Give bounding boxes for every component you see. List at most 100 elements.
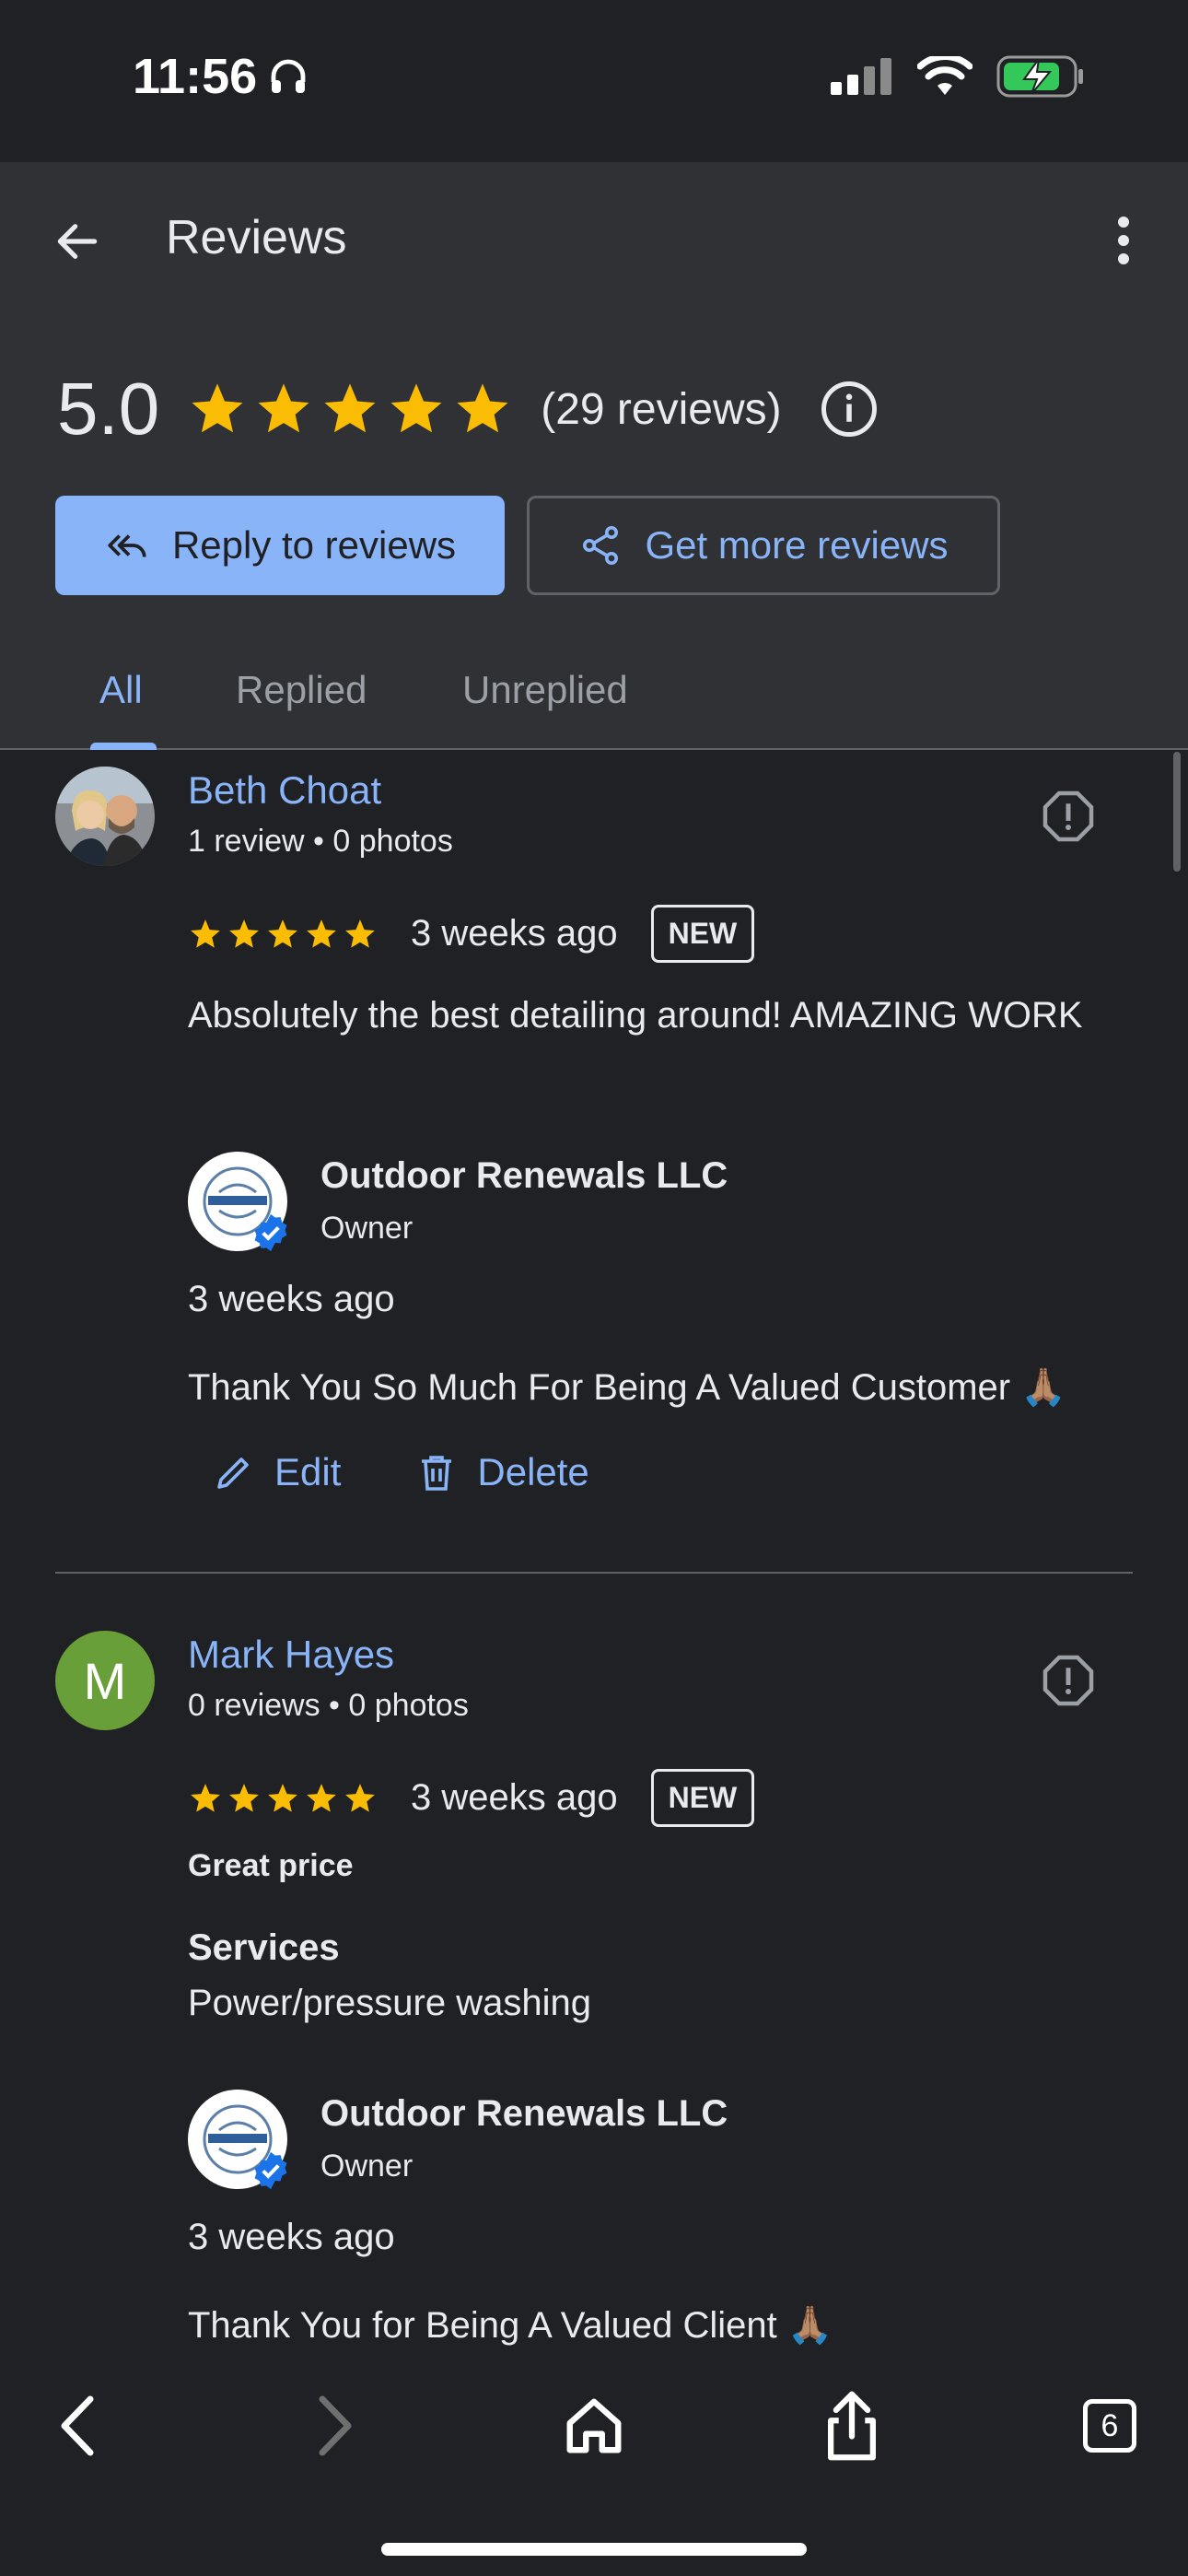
info-icon[interactable]	[819, 379, 879, 439]
reply-all-icon	[108, 534, 146, 557]
owner-name: Outdoor Renewals LLC	[320, 2093, 728, 2134]
owner-name: Outdoor Renewals LLC	[320, 1155, 728, 1196]
verified-badge-icon	[254, 2151, 287, 2190]
edit-label: Edit	[274, 1450, 342, 1493]
avatar[interactable]	[55, 767, 155, 866]
star-icon	[229, 919, 259, 948]
star-icon	[268, 919, 297, 948]
share-icon	[583, 526, 619, 565]
owner-avatar	[188, 2090, 287, 2190]
star-icon	[390, 383, 442, 433]
reviewer-meta: 1 review • 0 photos	[188, 824, 453, 859]
star-icon	[307, 1783, 336, 1812]
owner-role: Owner	[320, 2149, 413, 2184]
share-button[interactable]	[810, 2384, 893, 2467]
reply-actions: Edit Delete	[212, 1450, 589, 1494]
tab-count: 6	[1101, 2407, 1119, 2443]
review-filter-tabs: All Replied Unreplied	[0, 632, 1188, 750]
review-highlight: Great price	[188, 1848, 354, 1883]
verified-badge-icon	[254, 1213, 287, 1252]
reply-to-reviews-label: Reply to reviews	[171, 523, 457, 567]
delete-reply-button[interactable]: Delete	[414, 1450, 589, 1494]
clock: 11:56	[133, 48, 310, 105]
back-arrow-icon	[57, 224, 98, 259]
home-indicator[interactable]	[381, 2543, 807, 2556]
more-vert-icon	[1118, 217, 1129, 264]
tab-all[interactable]: All	[99, 632, 143, 748]
new-badge: NEW	[650, 905, 755, 963]
active-tab-indicator	[90, 743, 157, 750]
reply-time: 3 weeks ago	[188, 2217, 395, 2257]
review-stars	[188, 1781, 378, 1816]
star-icon	[345, 1783, 375, 1812]
reply-time: 3 weeks ago	[188, 1279, 395, 1319]
star-icon	[192, 383, 243, 433]
star-icon	[457, 383, 508, 433]
owner-avatar	[188, 1152, 287, 1252]
review-time: 3 weeks ago	[411, 913, 618, 954]
tab-unreplied-label: Unreplied	[462, 668, 628, 711]
reviewer-meta: 0 reviews • 0 photos	[188, 1688, 469, 1723]
share-up-icon	[828, 2391, 876, 2461]
report-flag-icon[interactable]	[1041, 1653, 1096, 1708]
avatar[interactable]: M	[55, 1631, 155, 1730]
services-value: Power/pressure washing	[188, 1983, 591, 2023]
avatar-letter: M	[83, 1651, 127, 1710]
star-icon	[324, 383, 376, 433]
browser-back-button[interactable]	[37, 2384, 120, 2467]
clock-time: 11:56	[133, 49, 258, 104]
browser-forward-button[interactable]	[293, 2384, 376, 2467]
review-count: (29 reviews)	[541, 384, 782, 434]
star-icon	[345, 919, 375, 948]
review-text: Absolutely the best detailing around! AM…	[188, 995, 1083, 1036]
star-icon	[191, 1783, 220, 1812]
home-icon	[566, 2398, 622, 2453]
review-divider	[55, 1572, 1133, 1574]
home-button[interactable]	[553, 2384, 635, 2467]
wifi-icon	[917, 56, 973, 95]
scrollbar[interactable]	[1173, 752, 1181, 872]
star-icon	[229, 1783, 259, 1812]
more-options-button[interactable]	[1096, 208, 1151, 273]
get-more-reviews-button[interactable]: Get more reviews	[527, 496, 1000, 595]
star-icon	[191, 919, 220, 948]
star-icon	[268, 1783, 297, 1812]
tabs-button[interactable]: 6	[1068, 2384, 1151, 2467]
page-title: Reviews	[166, 211, 347, 264]
back-button[interactable]	[48, 212, 107, 271]
profile-photo	[55, 767, 155, 866]
reply-text: Thank You for Being A Valued Client 🙏🏽	[188, 2305, 833, 2346]
reply-text: Thank You So Much For Being A Valued Cus…	[188, 1367, 1067, 1408]
tab-replied[interactable]: Replied	[236, 632, 367, 748]
rating-summary: 5.0 (29 reviews)	[57, 363, 879, 455]
reviewer-name[interactable]: Beth Choat	[188, 768, 381, 813]
reviews-header: Reviews 5.0 (29 reviews) Reply to review…	[0, 162, 1188, 750]
battery-charging-icon	[996, 55, 1083, 98]
headphones-icon	[271, 59, 306, 93]
review-time: 3 weeks ago	[411, 1777, 618, 1818]
edit-pencil-icon	[217, 1458, 249, 1489]
reviews-list[interactable]: Beth Choat 1 review • 0 photos 3 weeks a…	[0, 752, 1188, 2364]
review-stars	[188, 917, 378, 952]
average-rating: 5.0	[57, 368, 160, 450]
cellular-signal-icon	[831, 58, 891, 95]
rating-stars	[187, 379, 513, 439]
status-bar: 11:56	[0, 0, 1188, 162]
star-icon	[258, 383, 309, 433]
services-label: Services	[188, 1927, 340, 1968]
tab-all-label: All	[99, 668, 143, 711]
review-rating-line: 3 weeks ago NEW	[188, 1769, 755, 1827]
chevron-left-icon	[61, 2395, 94, 2456]
delete-label: Delete	[477, 1450, 589, 1493]
chevron-right-icon	[319, 2395, 352, 2456]
edit-reply-button[interactable]: Edit	[212, 1450, 341, 1494]
trash-icon	[422, 1456, 452, 1491]
get-more-reviews-label: Get more reviews	[645, 523, 949, 567]
tab-replied-label: Replied	[236, 668, 367, 711]
reply-to-reviews-button[interactable]: Reply to reviews	[55, 496, 505, 595]
owner-role: Owner	[320, 1211, 413, 1246]
reviewer-name[interactable]: Mark Hayes	[188, 1633, 394, 1677]
report-flag-icon[interactable]	[1041, 789, 1096, 844]
tab-unreplied[interactable]: Unreplied	[462, 632, 628, 748]
star-icon	[307, 919, 336, 948]
